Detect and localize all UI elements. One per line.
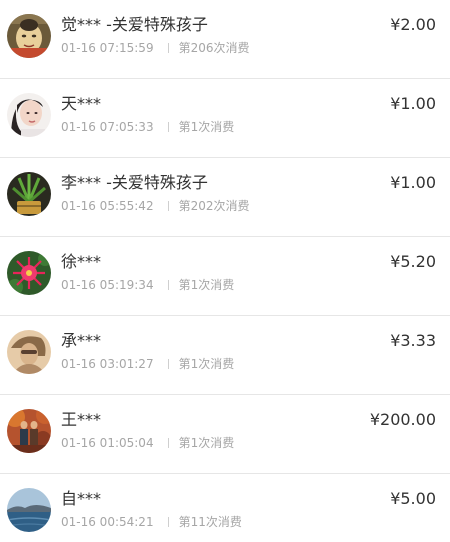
donation-amount: ¥1.00 [390,173,436,192]
record-time: 01-16 05:55:42 [61,199,154,213]
donation-amount: ¥1.00 [390,94,436,113]
record-meta: 01-16 05:19:34 第1次消费 [61,277,234,293]
record-time: 01-16 07:05:33 [61,120,154,134]
consumption-count: 第1次消费 [178,357,235,371]
donor-name: 王*** [61,410,102,429]
donor-name: 自*** [61,489,102,508]
red-flower-avatar[interactable] [7,251,51,295]
autumn-couple-avatar[interactable] [7,409,51,453]
record-row[interactable]: 王*** 01-16 01:05:04 第1次消费 ¥200.00 [0,395,450,474]
record-meta: 01-16 01:05:04 第1次消费 [61,435,234,451]
record-meta: 01-16 05:55:42 第202次消费 [61,198,249,214]
consumption-count: 第1次消费 [178,120,235,134]
record-row[interactable]: 觉*** -关爱特殊孩子 01-16 07:15:59 第206次消费 ¥2.00 [0,0,450,79]
record-time: 01-16 07:15:59 [61,41,154,55]
donor-name: 觉*** -关爱特殊孩子 [61,15,208,34]
record-row[interactable]: 天*** 01-16 07:05:33 第1次消费 ¥1.00 [0,79,450,158]
sepia-portrait-avatar[interactable] [7,330,51,374]
consumption-count: 第206次消费 [178,41,250,55]
donation-amount: ¥200.00 [369,410,436,429]
meta-divider [167,280,169,290]
meta-divider [167,43,169,53]
record-time: 01-16 03:01:27 [61,357,154,371]
donation-record-list: 觉*** -关爱特殊孩子 01-16 07:15:59 第206次消费 ¥2.00… [0,0,450,542]
record-time: 01-16 05:19:34 [61,278,154,292]
record-time: 01-16 01:05:04 [61,436,154,450]
donor-name: 徐*** [61,252,102,271]
record-time: 01-16 00:54:21 [61,515,154,529]
meta-divider [167,201,169,211]
record-meta: 01-16 03:01:27 第1次消费 [61,356,234,372]
meta-divider [167,517,169,527]
meta-divider [167,359,169,369]
seascape-avatar[interactable] [7,488,51,532]
record-row[interactable]: 李*** -关爱特殊孩子 01-16 05:55:42 第202次消费 ¥1.00 [0,158,450,237]
potted-plant-avatar[interactable] [7,172,51,216]
consumption-count: 第1次消费 [178,436,235,450]
record-meta: 01-16 07:05:33 第1次消费 [61,119,234,135]
donor-name: 承*** [61,331,102,350]
consumption-count: 第202次消费 [178,199,250,213]
consumption-count: 第11次消费 [178,515,242,529]
donor-name: 李*** -关爱特殊孩子 [61,173,208,192]
donation-amount: ¥2.00 [390,15,436,34]
buddha-figure-avatar[interactable] [7,14,51,58]
record-row[interactable]: 自*** 01-16 00:54:21 第11次消费 ¥5.00 [0,474,450,542]
donation-amount: ¥5.00 [390,489,436,508]
record-meta: 01-16 07:15:59 第206次消费 [61,40,249,56]
meta-divider [167,122,169,132]
woman-portrait-avatar[interactable] [7,93,51,137]
record-row[interactable]: 承*** 01-16 03:01:27 第1次消费 ¥3.33 [0,316,450,395]
record-row[interactable]: 徐*** 01-16 05:19:34 第1次消费 ¥5.20 [0,237,450,316]
consumption-count: 第1次消费 [178,278,235,292]
donor-name: 天*** [61,94,102,113]
record-meta: 01-16 00:54:21 第11次消费 [61,514,242,530]
donation-amount: ¥3.33 [390,331,436,350]
meta-divider [167,438,169,448]
donation-amount: ¥5.20 [390,252,436,271]
